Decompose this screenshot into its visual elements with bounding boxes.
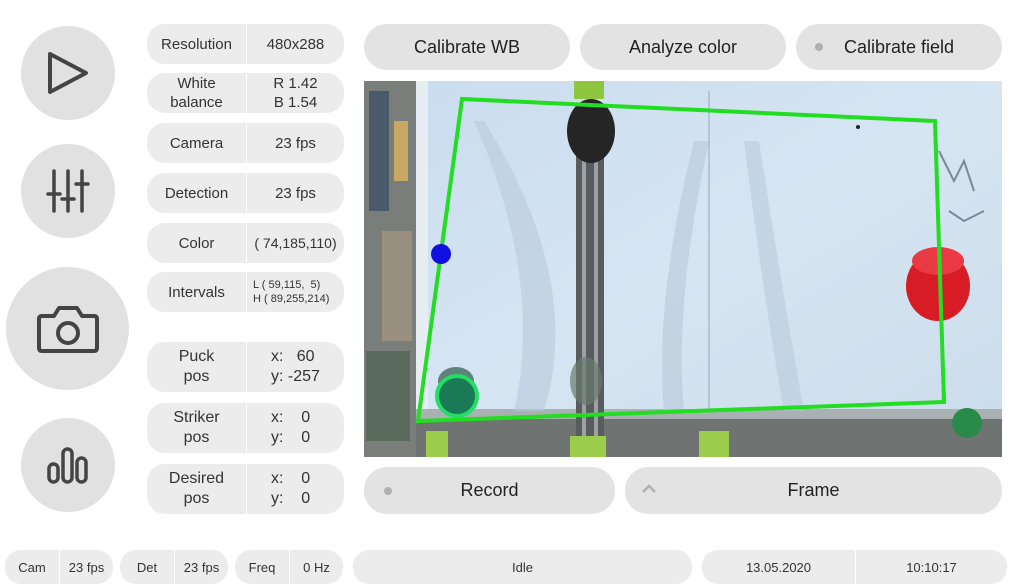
white-balance-label: White balance [147,73,247,113]
resolution-row: Resolution 480x288 [147,24,344,64]
status-freq-label: Freq [235,550,290,584]
status-det: Det 23 fps [120,550,228,584]
gantry-motor [567,99,615,163]
status-date: 13.05.2020 [702,550,856,584]
desired-pos-value: x: 0 y: 0 [247,464,344,514]
striker-pos-value: x: 0 y: 0 [247,403,344,453]
camera-fps-value: 23 fps [275,134,316,152]
status-det-label: Det [120,550,175,584]
puck-pos-row: Puck pos x: 60 y: -257 [147,342,344,392]
white-balance-blue: B 1.54 [273,94,318,111]
status-freq: Freq 0 Hz [235,550,343,584]
intervals-high: H ( 89,255,214) [253,293,330,305]
striker-y: y: 0 [271,429,311,446]
status-time: 10:10:17 [906,559,957,575]
camera-button[interactable] [6,267,129,390]
striker-pos-label: Striker pos [147,403,247,453]
calibrate-field-button[interactable]: Calibrate field [796,24,1002,70]
settings-button[interactable] [21,144,115,238]
sliders-icon [46,169,90,213]
detection-fps-label: Detection [147,173,247,213]
analyze-color-label: Analyze color [628,36,738,57]
white-balance-red: R 1.42 [273,75,318,92]
chevron-up-icon [641,480,657,501]
frame-label: Frame [787,480,840,500]
detection-fps-value: 23 fps [275,184,316,202]
status-cam: Cam 23 fps [5,550,113,584]
camera-view[interactable] [364,81,1002,457]
intervals-row: Intervals L ( 59,115, 5) H ( 89,255,214) [147,272,344,312]
desired-pos-label-line2: pos [183,490,210,507]
record-label: Record [460,480,519,500]
puck-pos-label-line1: Puck [178,348,215,365]
resolution-label: Resolution [147,24,247,64]
stats-button[interactable] [21,418,115,512]
resolution-value: 480x288 [266,35,325,53]
white-balance-label-line2: balance [170,94,223,111]
color-label: Color [147,223,247,263]
green-corner-marker [952,408,982,438]
color-row: Color ( 74,185,110) [147,223,344,263]
white-balance-row: White balance R 1.42 B 1.54 [147,73,344,113]
status-state-value: Idle [512,559,533,575]
camera-icon [36,305,99,353]
record-button[interactable]: Record [364,467,615,514]
intervals-label: Intervals [147,272,247,312]
puck-y: y: -257 [271,368,320,385]
white-balance-value: R 1.42 B 1.54 [247,73,344,113]
play-button[interactable] [21,26,115,120]
status-freq-value: 0 Hz [303,559,330,575]
play-icon [48,52,88,94]
detection-fps-row: Detection 23 fps [147,173,344,213]
indicator-dot-icon [815,43,823,51]
camera-fps-label: Camera [147,123,247,163]
puck-x: x: 60 [271,348,315,365]
status-det-value: 23 fps [183,559,220,575]
intervals-low: L ( 59,115, 5) [253,279,321,291]
puck-pos-label: Puck pos [147,342,247,392]
desired-pos-label-line1: Desired [168,470,225,487]
puck-pos-label-line2: pos [183,368,210,385]
analyze-color-button[interactable]: Analyze color [580,24,786,70]
striker-pos-label-line1: Striker [173,409,220,426]
striker-pos-row: Striker pos x: 0 y: 0 [147,403,344,453]
calibrate-wb-button[interactable]: Calibrate WB [364,24,570,70]
puck-detection-circle [435,374,479,418]
puck-pos-value: x: 60 y: -257 [247,342,344,392]
striker-pos-label-line2: pos [183,429,210,446]
camera-frame [364,81,1002,457]
status-state: Idle [353,550,692,584]
record-dot-icon [384,487,392,495]
calibrate-wb-label: Calibrate WB [413,36,521,57]
frame-button[interactable]: Frame [625,467,1002,514]
status-datetime: 13.05.2020 10:10:17 [702,550,1007,584]
desired-x: x: 0 [271,470,311,487]
status-cam-value: 23 fps [68,559,105,575]
calibrate-field-label: Calibrate field [843,36,955,57]
chart-icon [47,447,88,484]
desired-y: y: 0 [271,490,311,507]
striker-x: x: 0 [271,409,311,426]
desired-pos-row: Desired pos x: 0 y: 0 [147,464,344,514]
intervals-value: L ( 59,115, 5) H ( 89,255,214) [247,272,344,312]
desired-pos-label: Desired pos [147,464,247,514]
color-value: ( 74,185,110) [254,234,337,251]
camera-fps-row: Camera 23 fps [147,123,344,163]
white-balance-label-line1: White [177,75,216,92]
blue-marker [431,244,451,264]
status-cam-label: Cam [5,550,60,584]
